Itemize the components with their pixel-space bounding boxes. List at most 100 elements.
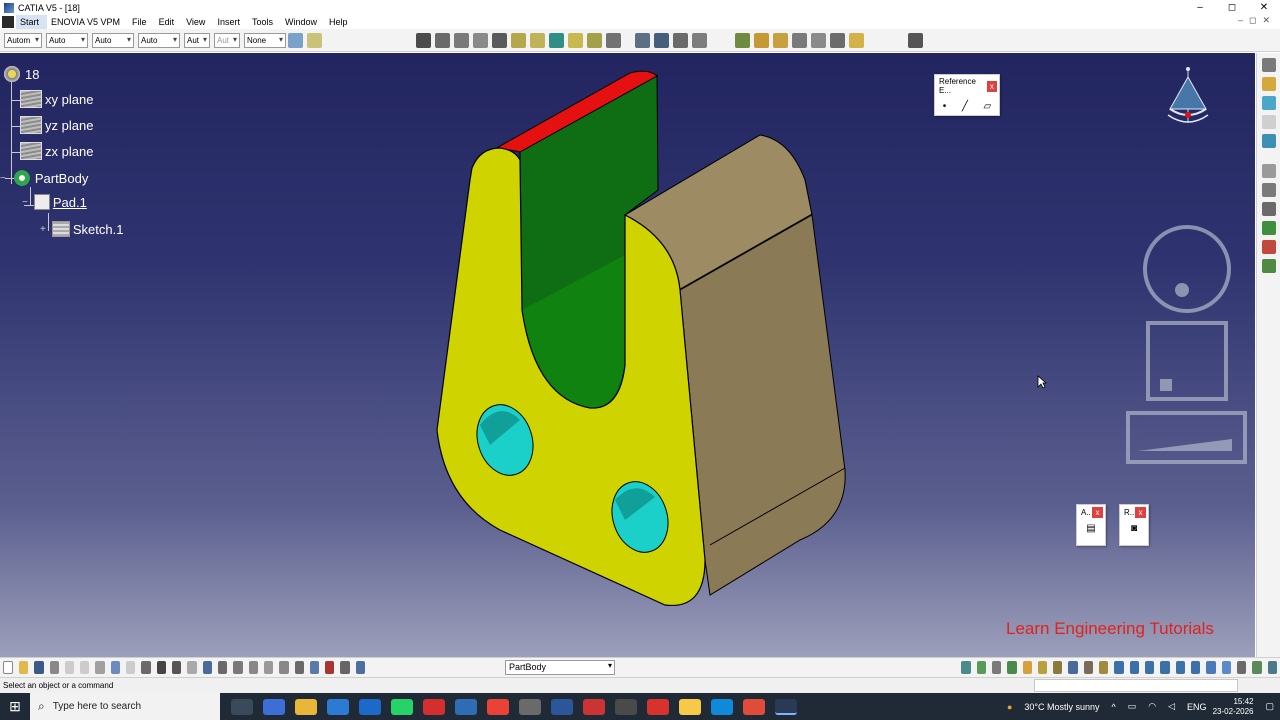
3d-viewport[interactable]: 18 xy plane yz plane zx plane − PartBody… bbox=[0, 53, 1255, 657]
chrome-icon[interactable] bbox=[487, 698, 509, 715]
draft-analysis-icon[interactable] bbox=[976, 661, 986, 674]
expand-icon[interactable]: + bbox=[40, 224, 46, 235]
define-in-work-icon[interactable] bbox=[355, 661, 366, 674]
draft-icon[interactable] bbox=[549, 32, 564, 48]
line-type-combo[interactable]: Autom bbox=[4, 32, 42, 48]
analysis-icon[interactable] bbox=[961, 661, 971, 674]
word-icon[interactable] bbox=[551, 698, 573, 715]
pdf-icon[interactable] bbox=[647, 698, 669, 715]
positioned-sketch-icon[interactable] bbox=[435, 32, 450, 48]
law-icon[interactable] bbox=[187, 661, 197, 674]
menu-insert[interactable]: Insert bbox=[213, 15, 248, 29]
clock[interactable]: 15:42 23-02-2026 bbox=[1213, 697, 1254, 717]
shell-icon[interactable] bbox=[568, 32, 583, 48]
catalog-browser-icon[interactable] bbox=[233, 661, 243, 674]
volume-icon[interactable]: ◁ bbox=[1168, 701, 1175, 712]
compass-widget[interactable] bbox=[1160, 65, 1216, 135]
fit-all-icon[interactable] bbox=[1114, 661, 1124, 674]
mirror-icon[interactable] bbox=[606, 32, 621, 48]
menu-edit[interactable]: Edit bbox=[155, 15, 183, 29]
file-explorer-icon[interactable] bbox=[295, 698, 317, 715]
update-icon[interactable] bbox=[279, 661, 289, 674]
table-icon[interactable] bbox=[202, 661, 212, 674]
pattern-icon[interactable] bbox=[635, 32, 650, 48]
onedrive-icon[interactable] bbox=[455, 698, 477, 715]
record-icon[interactable] bbox=[1261, 164, 1276, 178]
hide-show-icon[interactable] bbox=[1236, 661, 1247, 674]
scaling-icon[interactable] bbox=[692, 32, 707, 48]
normal-view-icon[interactable] bbox=[1190, 661, 1201, 674]
copy-icon[interactable] bbox=[80, 661, 90, 674]
capture-icon[interactable] bbox=[1267, 661, 1277, 674]
mail-icon[interactable] bbox=[359, 698, 381, 715]
open-folder-icon[interactable] bbox=[18, 661, 29, 674]
line-weight-combo[interactable]: Auto bbox=[46, 32, 88, 48]
save-icon[interactable] bbox=[34, 661, 44, 674]
thickness-icon[interactable] bbox=[587, 32, 602, 48]
point-icon[interactable]: • bbox=[943, 101, 947, 112]
pan-widget-icon[interactable] bbox=[1146, 321, 1228, 401]
plane-icon[interactable] bbox=[773, 32, 788, 48]
catia-task-icon[interactable] bbox=[775, 698, 797, 715]
3d-part-model[interactable] bbox=[420, 63, 860, 608]
fly-mode-icon[interactable] bbox=[1068, 661, 1078, 674]
menu-enovia[interactable]: ENOVIA V5 VPM bbox=[47, 15, 128, 29]
document-window-controls-icon[interactable]: –◻✕ bbox=[1238, 15, 1276, 26]
collapse-icon[interactable]: − bbox=[0, 173, 6, 184]
maps-icon[interactable] bbox=[679, 698, 701, 715]
restore-button[interactable]: ◻ bbox=[1216, 0, 1248, 15]
sketch-analysis-icon[interactable] bbox=[908, 32, 923, 48]
format-icon[interactable] bbox=[307, 32, 322, 48]
taskbar-search-box[interactable]: ⌕ Type here to search bbox=[30, 693, 220, 720]
rotate-widget-icon[interactable] bbox=[1143, 225, 1231, 313]
macro-icon[interactable] bbox=[1261, 183, 1276, 197]
zoom-in-icon[interactable] bbox=[1160, 661, 1170, 674]
task-view-icon[interactable] bbox=[231, 698, 253, 715]
tray-chevron-icon[interactable]: ^ bbox=[1112, 702, 1116, 712]
acrobat-icon[interactable] bbox=[423, 698, 445, 715]
layer-combo[interactable]: Auto bbox=[138, 32, 180, 48]
undo-icon[interactable] bbox=[110, 661, 121, 674]
pad-icon[interactable] bbox=[454, 32, 469, 48]
axis-system-icon[interactable] bbox=[792, 32, 807, 48]
minimize-button[interactable]: – bbox=[1184, 0, 1216, 15]
menu-help[interactable]: Help bbox=[325, 15, 356, 29]
new-file-icon[interactable] bbox=[3, 661, 13, 674]
delete-icon[interactable] bbox=[325, 661, 335, 674]
quick-view-icon[interactable] bbox=[1099, 661, 1109, 674]
circular-pattern-icon[interactable] bbox=[654, 32, 669, 48]
windows-start-icon[interactable]: ⊞ bbox=[0, 698, 30, 715]
command-input[interactable] bbox=[1034, 679, 1238, 692]
whatsapp-icon[interactable] bbox=[391, 698, 413, 715]
copilot-icon[interactable] bbox=[263, 698, 285, 715]
body-select-combo[interactable]: PartBody bbox=[505, 660, 615, 675]
point-icon[interactable] bbox=[735, 32, 750, 48]
print-icon[interactable] bbox=[49, 661, 59, 674]
settings-app-icon[interactable] bbox=[519, 698, 541, 715]
transparency-combo[interactable]: Aut bbox=[184, 32, 210, 48]
hole-icon[interactable] bbox=[492, 32, 507, 48]
snap-icon[interactable] bbox=[263, 661, 274, 674]
zoom-widget-icon[interactable] bbox=[1126, 411, 1247, 464]
cut-icon[interactable] bbox=[64, 661, 75, 674]
settings-icon[interactable] bbox=[1261, 58, 1276, 72]
rendering-combo[interactable]: None bbox=[244, 32, 286, 48]
catalog-icon[interactable] bbox=[1261, 259, 1276, 273]
tree-item-pad[interactable]: − Pad.1 bbox=[22, 194, 87, 210]
network-icon[interactable]: ◠ bbox=[1148, 701, 1156, 712]
menu-start[interactable]: Start bbox=[16, 15, 48, 29]
analysis-tool-icon[interactable]: ▤ bbox=[1077, 520, 1105, 534]
menu-file[interactable]: File bbox=[128, 15, 155, 29]
line-icon[interactable]: ╱ bbox=[962, 101, 968, 112]
tree-item-yz-plane[interactable]: yz plane bbox=[20, 116, 93, 134]
pan-icon[interactable] bbox=[1129, 661, 1139, 674]
user-pattern-icon[interactable] bbox=[673, 32, 688, 48]
select-icon[interactable] bbox=[1261, 77, 1276, 91]
apply-material-bottom-icon[interactable] bbox=[1022, 661, 1032, 674]
material-icon[interactable] bbox=[1261, 240, 1276, 254]
fillet-icon[interactable] bbox=[511, 32, 526, 48]
paste-icon[interactable] bbox=[95, 661, 105, 674]
measure-icon[interactable] bbox=[811, 32, 826, 48]
shading-icon[interactable] bbox=[1037, 661, 1048, 674]
panel-close-button[interactable]: x bbox=[1092, 507, 1103, 518]
